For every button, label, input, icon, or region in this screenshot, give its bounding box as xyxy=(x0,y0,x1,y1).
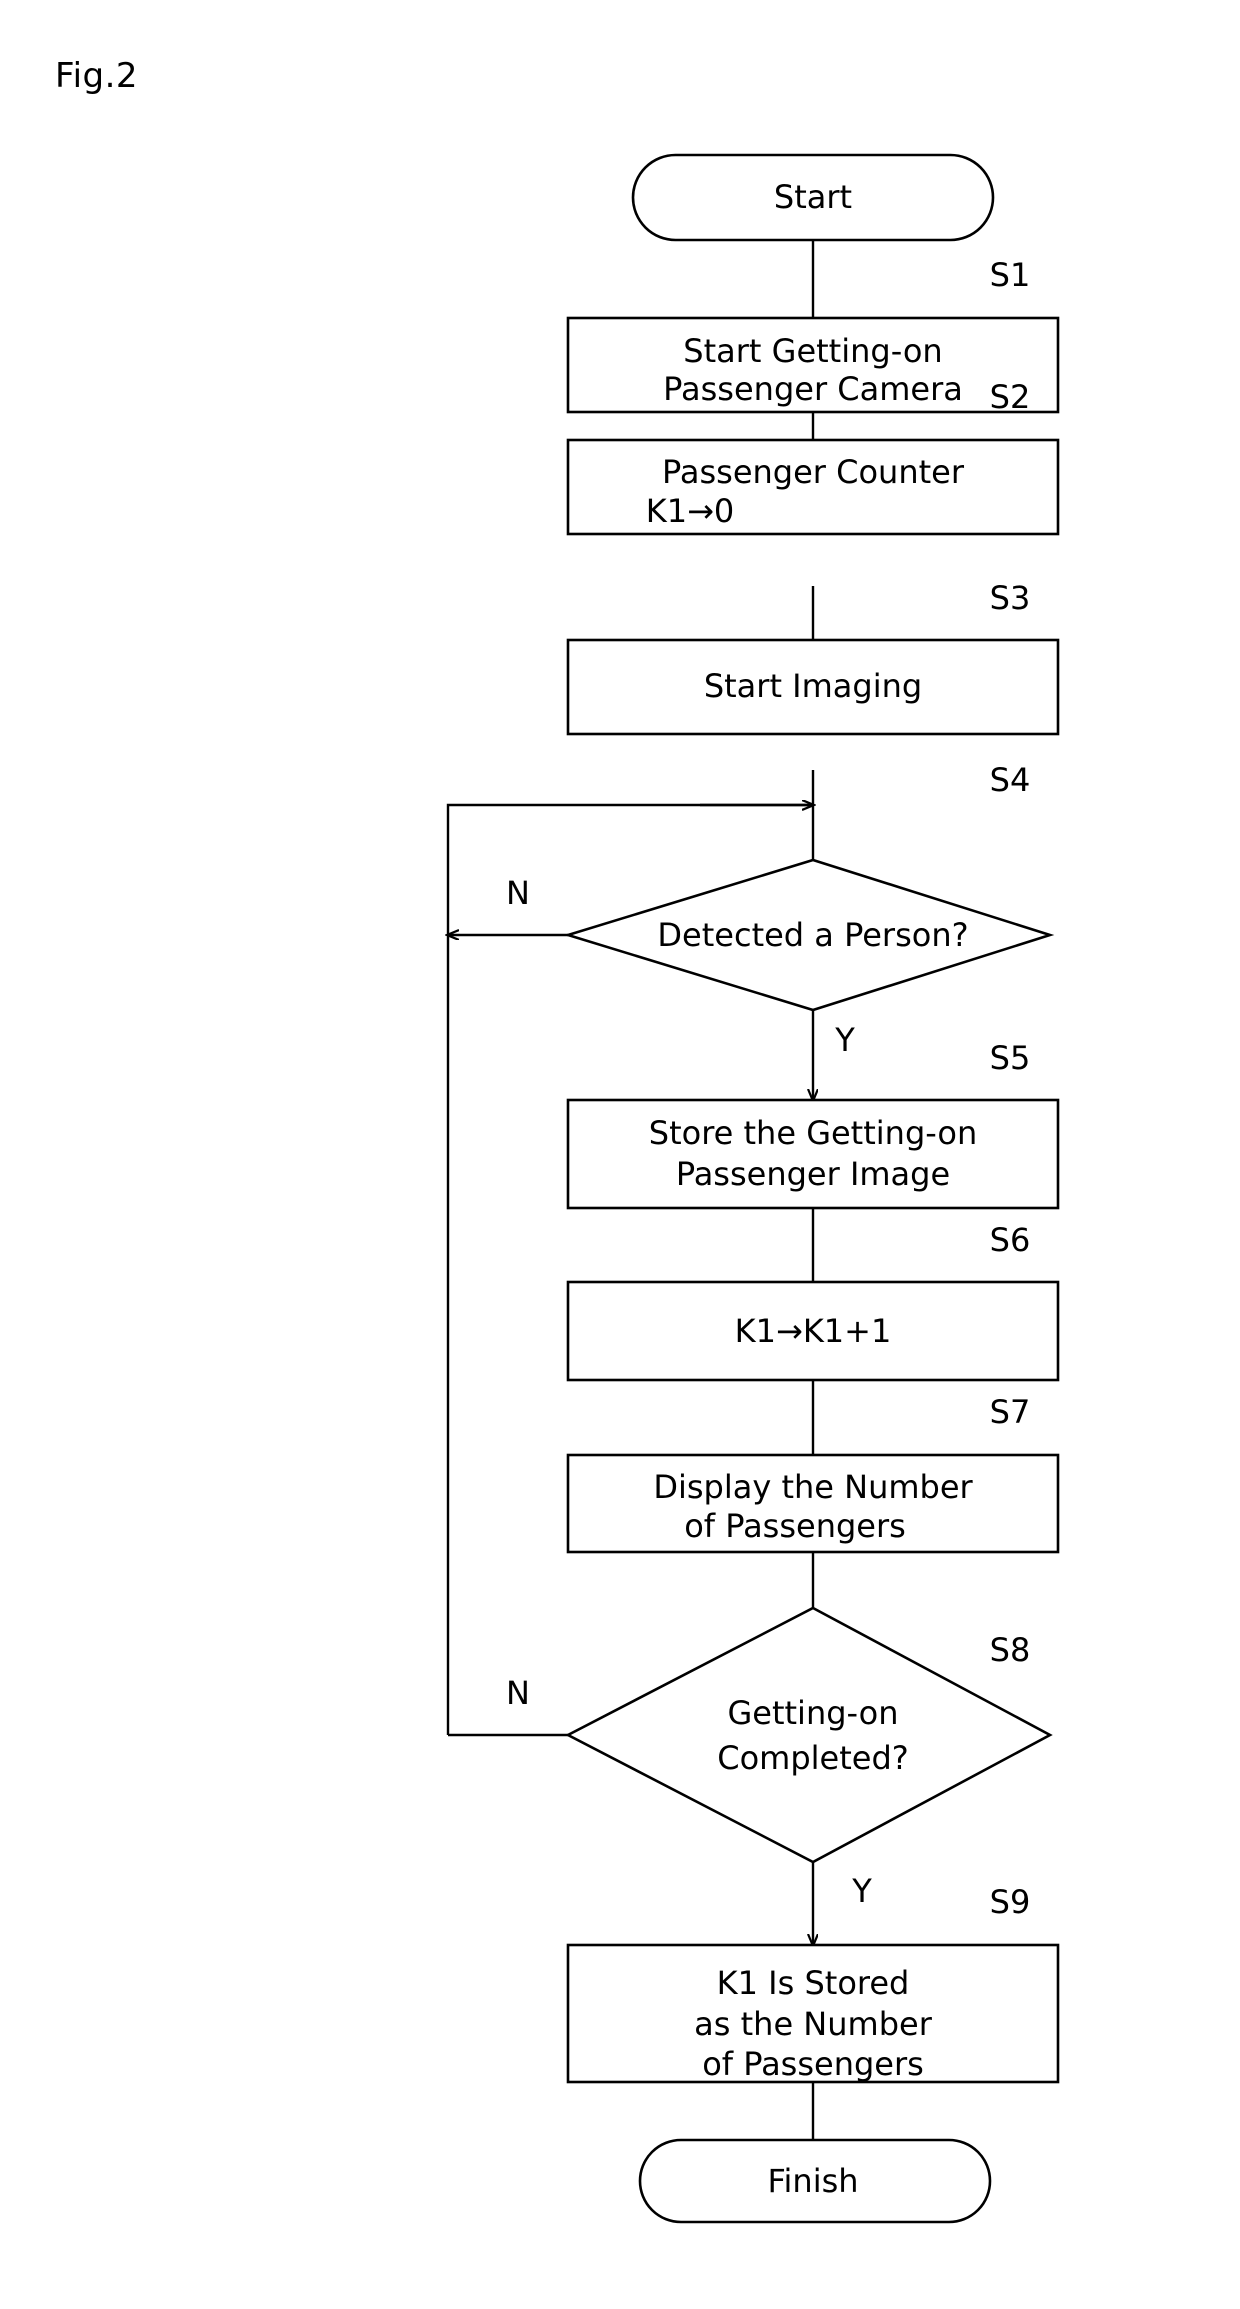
node-s2-line1: Passenger Counter xyxy=(662,453,965,491)
node-s4-line1: Detected a Person? xyxy=(657,916,968,954)
node-s8[interactable] xyxy=(565,1606,1053,1864)
node-s8-line2: Completed? xyxy=(717,1739,909,1777)
node-s6-line1: K1→K1+1 xyxy=(735,1312,892,1350)
step-label-s2: S2 xyxy=(990,378,1031,416)
node-s9-line3: of Passengers xyxy=(702,2045,924,2083)
step-label-s3: S3 xyxy=(990,579,1031,617)
step-label-s7: S7 xyxy=(990,1393,1031,1431)
step-label-s1: S1 xyxy=(990,256,1031,294)
branch-label-s8-yes: Y xyxy=(851,1872,872,1910)
node-s2-line2: K1→0 xyxy=(646,492,735,530)
step-label-s5: S5 xyxy=(990,1039,1031,1077)
node-s1-line1: Start Getting-on xyxy=(683,332,942,370)
node-s5-line2: Passenger Image xyxy=(676,1155,950,1193)
step-label-s9: S9 xyxy=(990,1883,1031,1921)
node-s9-line1: K1 Is Stored xyxy=(717,1964,910,2002)
branch-label-s4-yes: Y xyxy=(834,1021,855,1059)
node-s5-line1: Store the Getting-on xyxy=(649,1114,978,1152)
step-label-s8: S8 xyxy=(990,1631,1031,1669)
node-s9-line2: as the Number xyxy=(694,2005,933,2043)
branch-label-s8-no: N xyxy=(506,1674,530,1712)
node-s8-line1: Getting-on xyxy=(727,1694,898,1732)
node-s3-line1: Start Imaging xyxy=(704,667,922,705)
node-start-label: Start xyxy=(774,178,852,216)
flowchart-canvas: Start Start Getting-on Passenger Camera … xyxy=(0,153,1060,2224)
step-label-s6: S6 xyxy=(990,1221,1031,1259)
branch-label-s4-no: N xyxy=(506,874,530,912)
node-s7-line1: Display the Number xyxy=(653,1468,973,1506)
node-s1-line2: Passenger Camera xyxy=(663,370,963,408)
node-s7-line2: of Passengers xyxy=(684,1507,906,1545)
step-label-s4: S4 xyxy=(990,761,1031,799)
node-finish-label: Finish xyxy=(767,2162,858,2200)
